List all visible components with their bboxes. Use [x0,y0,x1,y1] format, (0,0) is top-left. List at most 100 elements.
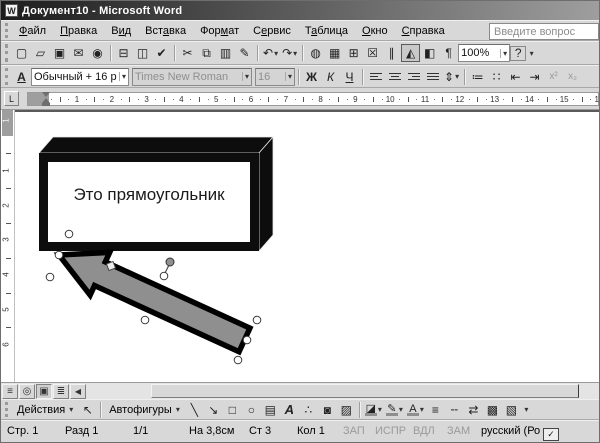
dash-style-button[interactable]: ╌ [445,401,464,419]
drawing-toggle-button[interactable]: ◭ [401,44,421,62]
ask-question-input[interactable]: Введите вопрос [489,23,599,40]
align-center-button[interactable] [385,68,404,86]
menu-edit[interactable]: Правка [53,23,104,39]
search-button[interactable]: ◉ [88,44,107,62]
style-combo[interactable]: Обычный + 16 p ▾ [31,67,129,86]
insert-excel-button[interactable]: ☒ [363,44,382,62]
numbered-list-button[interactable]: ≔ [468,68,487,86]
format-painter-button[interactable]: ✎ [235,44,254,62]
justify-button[interactable] [423,68,442,86]
standard-toolbar-grip[interactable] [5,44,10,62]
columns-button[interactable]: ∥ [382,44,401,62]
arrow-tool-button[interactable]: ↘ [204,401,223,419]
align-left-button[interactable] [366,68,385,86]
menu-insert[interactable]: Вставка [138,23,193,39]
styles-pane-button[interactable]: A [12,68,31,86]
oval-tool-button[interactable]: ○ [242,401,261,419]
open-button[interactable]: ▱ [31,44,50,62]
size-dropdown-arrow[interactable]: ▾ [284,72,292,81]
align-right-button[interactable] [404,68,423,86]
resize-handle[interactable] [45,272,55,282]
font-color-dropdown-arrow[interactable]: ▾ [420,405,424,414]
redo-button[interactable]: ↷ ▾ [280,44,299,62]
autoshapes-menu-button[interactable]: Автофигуры ▾ [104,401,185,419]
shadow-style-button[interactable]: ▩ [483,401,502,419]
line-spacing-dropdown-arrow[interactable]: ▾ [455,72,459,81]
rotation-handle[interactable] [165,257,175,267]
resize-handle[interactable] [140,315,150,325]
left-indent-marker[interactable] [42,103,50,106]
insert-picture-button[interactable]: ▨ [337,401,356,419]
menu-format[interactable]: Формат [193,23,246,39]
print-button[interactable]: ⊟ [114,44,133,62]
normal-view-button[interactable]: ≡ [2,383,18,399]
scroll-left-button[interactable]: ◀ [70,383,86,399]
drawing-toolbar-grip[interactable] [5,401,10,418]
save-button[interactable]: ▣ [50,44,69,62]
menu-view[interactable]: Вид [104,23,138,39]
copy-button[interactable]: ⧉ [197,44,216,62]
insert-table-button[interactable]: ⊞ [344,44,363,62]
select-objects-button[interactable]: ↖ [78,401,97,419]
line-color-button[interactable]: ✎ ▾ [384,401,405,419]
line-color-dropdown-arrow[interactable]: ▾ [399,405,403,414]
block-arrow-shape[interactable] [49,234,254,362]
resize-handle[interactable] [54,250,64,260]
resize-handle[interactable] [242,335,252,345]
document-page[interactable]: Это прямоугольник [15,110,599,382]
scrollbar-thumb[interactable] [151,384,579,398]
cut-button[interactable]: ✂ [178,44,197,62]
status-track-toggle[interactable]: ИСПР [375,425,406,437]
status-record-toggle[interactable]: ЗАП [343,425,365,437]
new-document-button[interactable]: ▢ [12,44,31,62]
tab-selector-button[interactable]: L [4,91,19,106]
resize-handle[interactable] [252,315,262,325]
clip-art-button[interactable]: ◙ [318,401,337,419]
decrease-indent-button[interactable]: ⇤ [506,68,525,86]
first-line-indent-marker[interactable] [42,92,50,97]
web-layout-button[interactable]: ◎ [19,383,35,399]
rectangle-tool-button[interactable]: □ [223,401,242,419]
redo-dropdown-arrow[interactable]: ▾ [293,49,297,58]
toolbar-options-button[interactable]: ▾ [521,401,532,419]
menu-help[interactable]: Справка [395,23,452,39]
subscript-button[interactable]: x₂ [563,68,582,86]
status-extend-toggle[interactable]: ВДЛ [413,425,435,437]
fill-color-button[interactable]: ◪ ▾ [363,401,384,419]
draw-menu-button[interactable]: Действия ▾ [12,401,78,419]
threed-style-button[interactable]: ▧ [502,401,521,419]
insert-hyperlink-button[interactable]: ◍ [306,44,325,62]
diagram-button[interactable]: ∴ [299,401,318,419]
print-layout-button[interactable]: ▣ [36,383,52,399]
status-language[interactable]: русский (Ро [481,425,540,437]
help-button[interactable]: ? [510,45,527,61]
undo-dropdown-arrow[interactable]: ▾ [274,49,278,58]
underline-button[interactable]: Ч [340,68,359,86]
line-tool-button[interactable]: ╲ [185,401,204,419]
resize-handle[interactable] [159,271,169,281]
paste-button[interactable]: ▥ [216,44,235,62]
menu-window[interactable]: Окно [355,23,395,39]
line-style-button[interactable]: ≡ [426,401,445,419]
fill-color-dropdown-arrow[interactable]: ▾ [378,405,382,414]
increase-indent-button[interactable]: ⇥ [525,68,544,86]
email-button[interactable]: ✉ [69,44,88,62]
italic-button[interactable]: К [321,68,340,86]
spelling-button[interactable]: ✔ [152,44,171,62]
status-overtype-toggle[interactable]: ЗАМ [447,425,470,437]
menu-table[interactable]: Таблица [298,23,355,39]
font-size-combo[interactable]: 16 ▾ [255,67,295,86]
bold-button[interactable]: Ж [302,68,321,86]
bullet-list-button[interactable]: ∷ [487,68,506,86]
font-dropdown-arrow[interactable]: ▾ [241,72,249,81]
undo-button[interactable]: ↶ ▾ [261,44,280,62]
word-app-icon[interactable]: W [5,4,18,17]
formatting-toolbar-grip[interactable] [5,68,10,85]
show-marks-button[interactable]: ¶ [439,44,458,62]
wordart-button[interactable]: A [280,401,299,419]
resize-handle[interactable] [64,229,74,239]
arrow-style-button[interactable]: ⇄ [464,401,483,419]
font-color-button[interactable]: А ▾ [405,401,426,419]
line-spacing-button[interactable]: ⇕ ▾ [442,68,461,86]
zoom-combo[interactable]: 100% ▾ [458,44,511,62]
